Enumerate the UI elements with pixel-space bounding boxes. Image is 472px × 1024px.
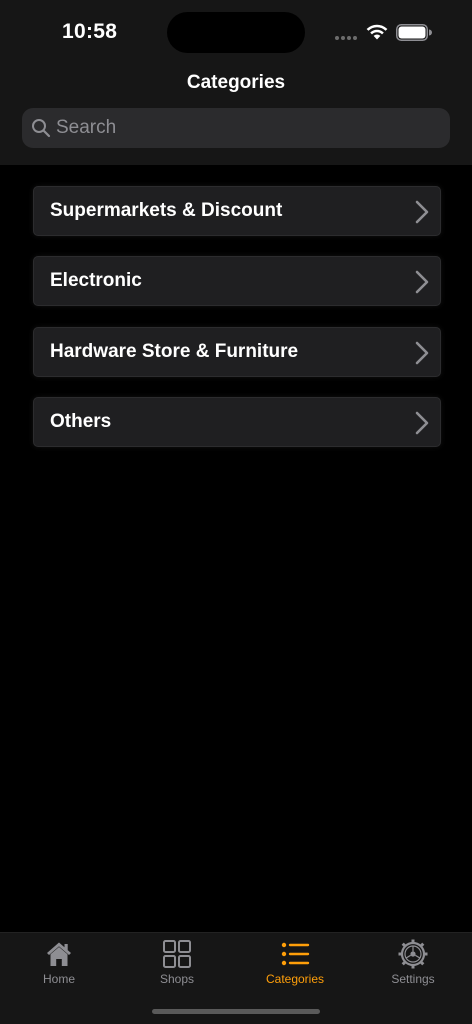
tab-home[interactable]: Home xyxy=(0,933,118,993)
chevron-right-icon xyxy=(415,341,429,365)
category-item-hardware-furniture[interactable]: Hardware Store & Furniture xyxy=(33,326,441,377)
gear-icon xyxy=(398,939,428,969)
category-label: Hardware Store & Furniture xyxy=(50,340,299,362)
wifi-icon xyxy=(366,24,388,40)
search-bar[interactable] xyxy=(22,108,450,148)
chevron-right-icon xyxy=(415,200,429,224)
status-bar: 10:58 xyxy=(0,0,472,62)
chevron-right-icon xyxy=(415,271,429,294)
status-time: 10:58 xyxy=(62,20,118,43)
dynamic-island xyxy=(167,12,305,53)
tab-label: Home xyxy=(42,972,75,986)
house-icon xyxy=(47,942,71,966)
tab-label: Shops xyxy=(159,972,195,986)
category-item-supermarkets[interactable]: Supermarkets & Discount xyxy=(33,186,441,236)
tab-categories[interactable]: Categories xyxy=(236,933,354,993)
page-title: Categories xyxy=(186,72,286,93)
tab-label: Settings xyxy=(391,972,435,986)
category-list: Supermarkets & Discount Electronic Hardw… xyxy=(33,186,441,468)
cellular-signal-icon xyxy=(335,36,357,40)
grid-icon xyxy=(163,940,191,968)
category-item-others[interactable]: Others xyxy=(33,397,441,448)
battery-icon xyxy=(396,24,432,41)
tab-settings[interactable]: Settings xyxy=(354,933,472,993)
search-icon xyxy=(32,119,51,138)
tab-shops[interactable]: Shops xyxy=(118,933,236,993)
category-label: Supermarkets & Discount xyxy=(50,200,283,221)
chevron-right-icon xyxy=(415,411,429,435)
list-icon xyxy=(281,942,310,966)
category-item-electronic[interactable]: Electronic xyxy=(33,256,441,307)
home-indicator[interactable] xyxy=(152,1009,320,1014)
search-input[interactable] xyxy=(56,117,436,139)
category-label: Electronic xyxy=(50,270,142,292)
tab-label: Categories xyxy=(265,972,325,986)
category-label: Others xyxy=(50,411,112,433)
